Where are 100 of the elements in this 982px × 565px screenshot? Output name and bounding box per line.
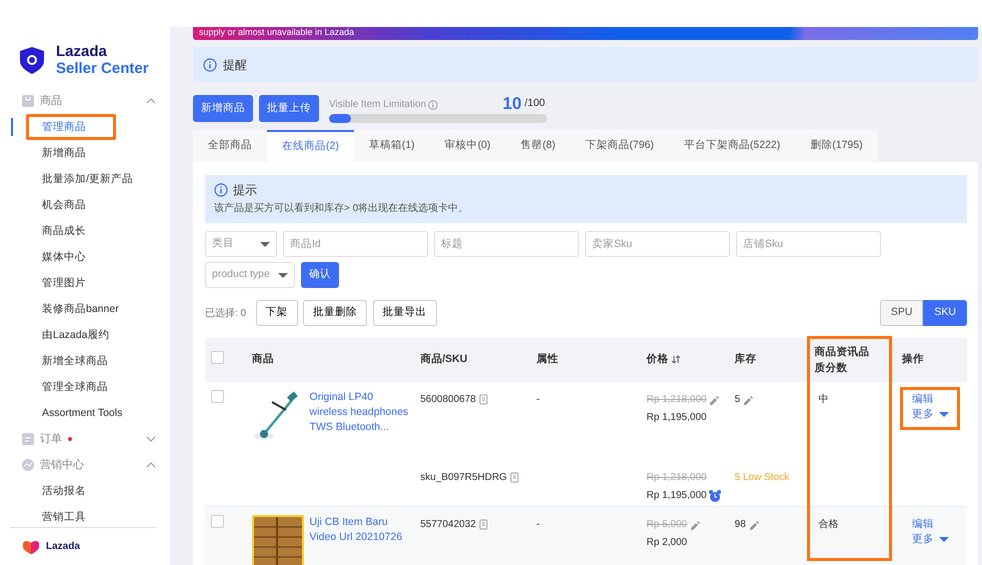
selected-count: 已选择: 0 [205,306,246,320]
banner-text: supply or almost unavailable in Lazada [193,27,978,40]
notice-title: 提示 [233,182,257,199]
primary-button[interactable]: 新增商品 [193,95,253,122]
attribute-value: - [536,394,540,405]
edit-icon[interactable] [709,394,720,404]
list-icon [22,433,34,445]
tab[interactable]: 下架商品(796) [570,130,669,162]
copy-icon[interactable] [510,472,519,483]
sidebar-item[interactable]: 商品成长 [13,218,86,244]
sidebar-item[interactable]: 批量添加/更新产品 [13,166,133,192]
lazada-logo-icon [22,539,40,554]
column-header: 商品/SKU [420,353,468,366]
limit-total: /100 [524,96,545,111]
sku-id: 5600800678 [420,393,476,407]
input-field[interactable]: 标题 [434,231,579,257]
select-placeholder: product type [212,267,270,282]
input-field[interactable]: 店铺Sku [736,231,881,257]
bulk-button[interactable]: 批量删除 [303,300,368,326]
sale-price: Rp 1,195,000 [646,411,707,425]
tab[interactable]: 草稿箱(1) [354,130,430,162]
sidebar-item[interactable]: 营销工具 [13,504,86,527]
view-toggle[interactable]: SKU [923,300,967,326]
edit-icon[interactable] [690,520,700,530]
checkbox[interactable] [211,390,224,403]
tab[interactable]: 在线商品(2) [267,130,354,162]
column-header[interactable]: 价格 [646,353,680,366]
column-header: 商品 [252,353,274,366]
column-header: 库存 [734,353,757,366]
footer-brand: Lazada [46,540,80,554]
sidebar-item[interactable]: 由Lazada履约 [13,322,110,348]
stock-count: 5 [734,471,740,485]
tab[interactable]: 售罄(8) [506,130,570,162]
original-price: Rp 1,218,000 [646,471,707,485]
edit-link[interactable]: 编辑 [912,517,950,532]
sidebar-item[interactable]: Assortment Tools [13,400,122,426]
tab[interactable]: 删除(1795) [795,130,878,162]
sidebar-group[interactable]: 商品 [40,92,62,110]
edit-icon[interactable] [748,520,759,530]
sidebar-item[interactable]: 新增全球商品 [13,348,108,374]
notice-text: 该产品是买方可以看到和库存> 0将出现在在线选项卡中。 [214,202,470,216]
tab[interactable]: 审核中(0) [430,130,506,162]
more-link[interactable]: 更多 [912,532,950,547]
limit-label: Visible Item Limitation [329,98,426,112]
original-price: Rp 5,000 [646,518,688,532]
copy-icon[interactable] [478,519,488,530]
stock-count: 5 [734,393,740,407]
bulk-button[interactable]: 批量导出 [372,300,437,326]
tab[interactable]: 平台下架商品(5222) [668,130,796,162]
sku-id: sku_B097R5HDRG [420,471,507,485]
info-icon [214,183,228,197]
sale-price: Rp 1,195,000 [646,489,707,503]
sidebar-item[interactable]: 新增商品 [13,140,86,166]
input-field[interactable]: 卖家Sku [585,231,730,257]
edit-icon[interactable] [742,394,753,404]
checkbox[interactable] [211,350,224,364]
collapse-icon[interactable] [146,461,156,469]
sidebar-group[interactable]: 营销中心 [40,456,84,474]
expand-icon[interactable] [146,435,156,443]
quality-score: 中 [818,394,829,405]
column-header: 操作 [902,353,924,366]
input-field[interactable]: 商品Id [283,231,428,257]
confirm-button[interactable]: 确认 [301,262,339,288]
reminder-title: 提醒 [223,56,247,74]
sidebar-item[interactable]: 机会商品 [13,192,86,218]
chart-icon [22,459,34,471]
column-header: 商品资讯品质分数 [814,345,871,376]
attribute-value: - [536,519,540,530]
sidebar-item[interactable]: 管理商品 [26,114,116,140]
logo-icon [18,46,46,74]
select-placeholder: 类目 [212,236,234,252]
alarm-clock-icon[interactable] [709,490,722,502]
brand-subtitle: Seller Center [56,60,149,77]
info-icon [203,58,217,72]
sale-price: Rp 2,000 [646,536,688,550]
caret-icon [260,242,270,246]
active-indicator [11,118,13,136]
brand-name: Lazada [56,43,108,60]
sidebar-item[interactable]: 管理全球商品 [13,374,108,400]
edit-link[interactable]: 编辑 [912,392,950,407]
sidebar-item[interactable]: 管理图片 [13,270,86,296]
sort-icon[interactable] [672,354,680,364]
sidebar-item[interactable]: 媒体中心 [13,244,86,270]
sidebar-item[interactable]: 装修商品banner [13,296,119,322]
checkbox[interactable] [211,515,224,528]
tab[interactable]: 全部商品 [193,130,267,162]
product-title-link[interactable]: Original LP40 wireless headphones TWS Bluetooth... [310,390,408,442]
more-link[interactable]: 更多 [912,407,950,422]
stock-warning: Low Stock [742,471,790,485]
view-toggle[interactable]: SPU [880,300,924,326]
limit-count: 10 [502,94,522,112]
primary-button[interactable]: 批量上传 [259,95,319,122]
sidebar-item[interactable]: 活动报名 [13,478,86,504]
quality-score: 合格 [818,519,839,530]
stock-count: 98 [734,518,746,532]
sidebar-group[interactable]: 订单 [40,430,62,448]
collapse-icon[interactable] [146,97,156,105]
bulk-button[interactable]: 下架 [256,300,298,326]
copy-icon[interactable] [478,394,488,405]
info-icon [428,100,438,110]
